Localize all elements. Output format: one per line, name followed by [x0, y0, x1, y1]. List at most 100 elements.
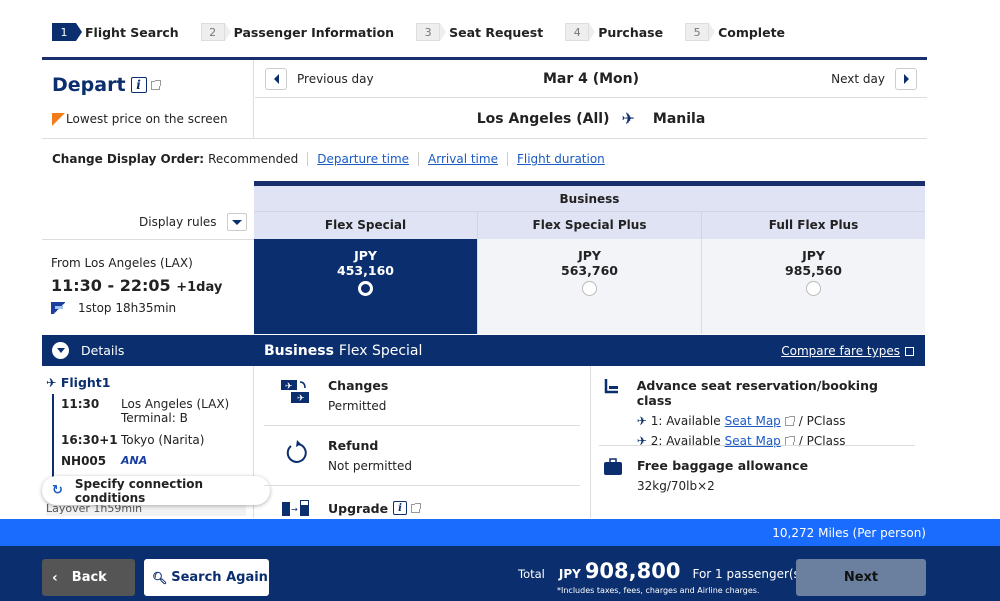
- changes-value: Permitted: [328, 399, 387, 413]
- next-button[interactable]: Next: [796, 559, 926, 596]
- divider: [42, 239, 254, 240]
- divider: [42, 138, 927, 139]
- next-day-button[interactable]: [895, 68, 917, 90]
- separator: [307, 152, 309, 166]
- seat-line: ✈ 1: Available Seat Map / PClass: [637, 414, 915, 428]
- display-rules-control[interactable]: Display rules: [139, 213, 247, 231]
- caret-right-icon: [903, 74, 909, 84]
- segment-airport: Tokyo (Narita): [121, 433, 205, 447]
- seat-title: Advance seat reservation/booking class: [636, 378, 878, 408]
- fare-option-flex-special[interactable]: JPY 453,160: [254, 239, 478, 334]
- step-label: Flight Search: [85, 24, 179, 40]
- step-label: Seat Request: [449, 24, 544, 40]
- step-label: Purchase: [598, 24, 664, 40]
- fare-detail-cabin: Business: [264, 342, 334, 359]
- chevron-down-icon: [56, 348, 65, 353]
- changes-icon: ✈ ✈: [264, 378, 328, 413]
- step-number: 5: [685, 23, 716, 41]
- total-label: Total: [518, 567, 545, 581]
- chevron-down-icon: [231, 219, 242, 225]
- airline-logo: ANA: [121, 454, 148, 467]
- segment-time: 16:30+1: [61, 433, 118, 447]
- refund-value: Not permitted: [328, 459, 412, 473]
- baggage-title: Free baggage allowance: [637, 458, 809, 473]
- step-purchase: 4 Purchase: [565, 23, 663, 41]
- progress-steps: 1 Flight Search 2 Passenger Information …: [52, 23, 807, 41]
- fare-radio[interactable]: [806, 281, 821, 296]
- fare-detail-header: Business Flex Special Compare fare types: [254, 335, 925, 366]
- step-number: 1: [52, 23, 82, 41]
- feature-seat-reservation: Advance seat reservation/booking class ✈…: [599, 378, 915, 448]
- refund-icon: [264, 438, 328, 473]
- stops-info: 1stop 18h35min: [51, 301, 222, 315]
- search-again-button[interactable]: 🔍︎ Search Again: [144, 559, 269, 596]
- segment-terminal: Terminal: B: [121, 411, 188, 425]
- price-includes-note: *Includes taxes, fees, charges and Airli…: [557, 586, 760, 595]
- fare-option-full-flex-plus[interactable]: JPY 985,560: [702, 239, 925, 334]
- page-title: Depart i: [52, 74, 161, 96]
- flight-times: 11:30 - 22:05 +1day: [51, 276, 222, 295]
- details-label: Details: [81, 343, 125, 358]
- depart-panel: Depart i Lowest price on the screen: [42, 60, 254, 138]
- upgrade-seat-icon: →: [264, 498, 328, 518]
- sort-arrival-time-link[interactable]: Arrival time: [428, 152, 498, 166]
- airline-tail-icon: [51, 302, 68, 314]
- feature-upgrade: → Upgrade i: [264, 498, 580, 518]
- feature-refund: Refund Not permitted: [264, 438, 580, 473]
- passenger-count: For 1 passenger(s): [692, 567, 805, 581]
- display-rules-dropdown[interactable]: [226, 213, 247, 231]
- step-passenger-information: 2 Passenger Information: [200, 23, 394, 41]
- external-link-icon: [411, 502, 422, 513]
- flight-summary: From Los Angeles (LAX) 11:30 - 22:05 +1d…: [51, 256, 222, 315]
- compare-fare-types-link[interactable]: Compare fare types: [781, 344, 914, 358]
- selected-date: Mar 4 (Mon): [542, 71, 640, 87]
- details-toggle[interactable]: Details: [42, 335, 254, 366]
- lowest-price-label: Lowest price on the screen: [66, 112, 228, 126]
- compare-fare-types-label: Compare fare types: [781, 344, 900, 358]
- step-flight-search: 1 Flight Search: [52, 23, 179, 41]
- back-button[interactable]: ‹ Back: [42, 559, 135, 596]
- fare-radio-selected[interactable]: [358, 281, 373, 296]
- cabin-header: Business: [254, 186, 925, 212]
- departure-airport: From Los Angeles (LAX): [51, 256, 193, 270]
- search-again-label: Search Again: [171, 570, 268, 585]
- total-currency: JPY: [558, 567, 581, 581]
- segment-arrival: 16:30+1 Tokyo (Narita): [61, 433, 204, 447]
- step-number: 4: [565, 23, 596, 41]
- depart-title-text: Depart: [52, 74, 126, 96]
- segment-departure: 11:30 Los Angeles (LAX) Terminal: B: [61, 397, 229, 425]
- segment-time: 11:30: [61, 397, 100, 411]
- sort-flight-duration-link[interactable]: Flight duration: [517, 152, 605, 166]
- info-icon[interactable]: i: [393, 501, 408, 515]
- segment-place: Los Angeles (LAX) Terminal: B: [121, 397, 229, 425]
- flight1-label: Flight1: [60, 375, 111, 390]
- flight-number: NH005: [61, 454, 107, 468]
- step-label: Complete: [718, 24, 786, 40]
- search-icon: 🔍︎: [152, 570, 168, 585]
- next-day-label[interactable]: Next day: [831, 72, 885, 86]
- flight1-heading: ✈ Flight1: [46, 375, 110, 390]
- specify-connection-conditions-button[interactable]: ↻ Specify connection conditions: [42, 476, 270, 505]
- step-number: 3: [416, 23, 447, 41]
- plane-icon: ✈: [46, 375, 57, 390]
- total-amount: 908,800: [584, 559, 681, 583]
- fare-services-column: Advance seat reservation/booking class ✈…: [591, 366, 925, 518]
- miles-info: 10,272 Miles (Per person): [0, 519, 1000, 546]
- sort-departure-time-link[interactable]: Departure time: [317, 152, 409, 166]
- fare-option-flex-special-plus[interactable]: JPY 563,760: [478, 239, 702, 334]
- step-complete: 5 Complete: [685, 23, 785, 41]
- seat-map-link[interactable]: Seat Map: [725, 414, 781, 428]
- plane-icon: ✈: [636, 414, 647, 428]
- fare-currency: JPY: [802, 248, 825, 263]
- fare-radio[interactable]: [582, 281, 597, 296]
- fare-amount: 985,560: [785, 263, 842, 278]
- separator: [418, 152, 420, 166]
- svg-text:→: →: [291, 505, 298, 514]
- info-icon[interactable]: i: [130, 77, 147, 93]
- refund-title: Refund: [328, 438, 379, 453]
- display-rules-label: Display rules: [139, 215, 217, 229]
- seat-availability: 1: Available: [650, 414, 721, 428]
- svg-text:✈: ✈: [297, 394, 305, 404]
- expand-icon: [52, 342, 69, 359]
- upgrade-title: Upgrade i: [328, 498, 422, 518]
